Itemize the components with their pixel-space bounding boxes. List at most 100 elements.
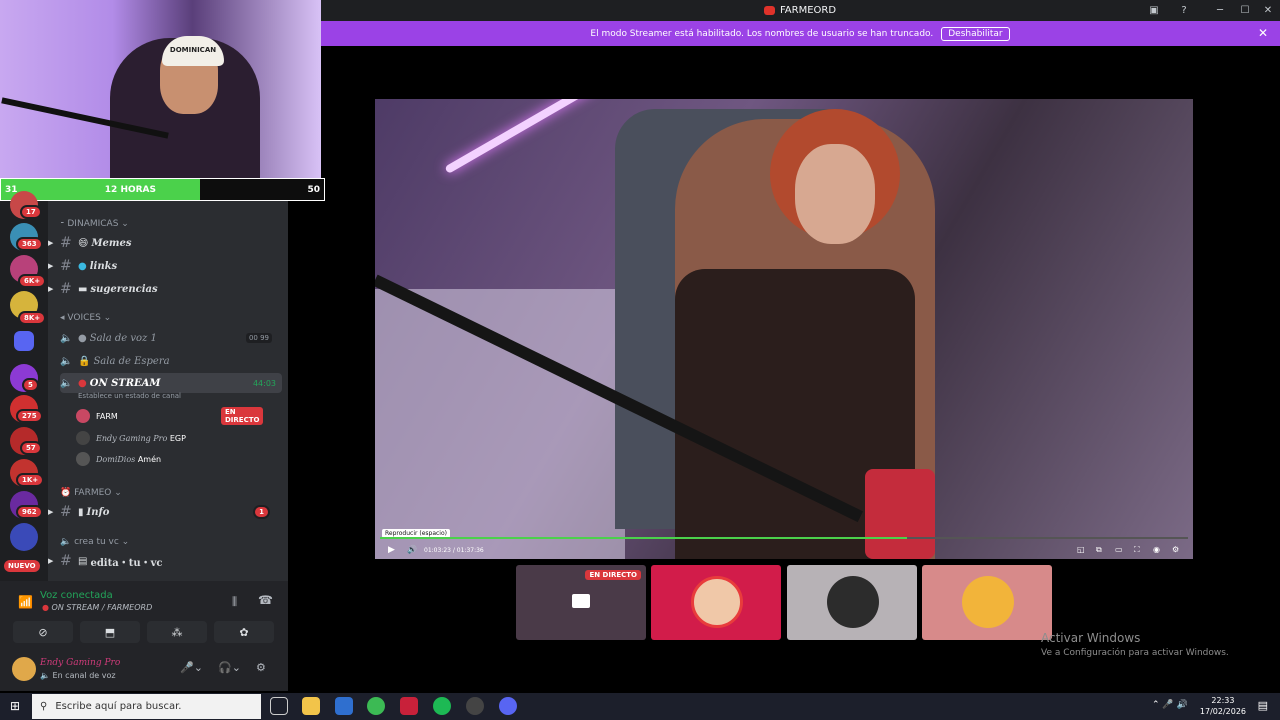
voice-user[interactable]: FARM EN DIRECTO [76,407,264,425]
soundboard-button[interactable]: ✿ [214,621,274,643]
fullscreen-icon[interactable]: ⛶ [1134,545,1140,555]
close-window-button[interactable]: ✕ [1256,0,1280,21]
user-name: Endy Gaming Pro [40,658,121,668]
category-crea-tu-vc[interactable]: 🔈 crea tu vc ⌄ [60,537,129,547]
headphones-icon[interactable]: 🎧⌄ [218,661,241,674]
server-badge: 17 [20,205,42,219]
speaker-icon: 🔈 [60,332,73,344]
voice-channel-on-stream[interactable]: 🔈 ● ON STREAM 44:03 [60,373,282,393]
channel-info[interactable]: ▶ # ▮ Info 1 [48,502,282,522]
voice-user[interactable]: DomiDios Amén [76,452,161,466]
pip-icon[interactable]: ◱ [1077,545,1085,554]
avatar[interactable] [12,657,36,681]
camera-off-button[interactable]: ⊘ [13,621,73,643]
quality-icon[interactable]: ◉ [1153,545,1160,554]
subathon-progress-bar: 31 12 HORAS 50 [0,178,325,201]
channel-sugerencias[interactable]: ▶ # ▬ sugerencias [48,279,282,299]
disable-streamer-button[interactable]: Deshabilitar [941,26,1010,41]
participant-tile-live[interactable]: EN DIRECTO [516,565,646,640]
speaker-icon: 🔈 [60,377,73,389]
live-badge: EN DIRECTO [585,570,641,580]
file-explorer-icon[interactable] [302,697,320,715]
settings-gear-icon[interactable]: ⚙ [256,661,266,674]
channel-memes[interactable]: ▶ # 😄 Memes [48,233,282,253]
neon-light [444,99,596,174]
participant-tile[interactable] [651,565,781,640]
user-status: 🔈 En canal de voz [40,671,116,680]
category-voices[interactable]: ◂ VOICES ⌄ [60,313,111,323]
voice-channel-sala-espera[interactable]: 🔈 🔒 Sala de Espera [60,351,282,371]
activation-watermark: Activar Windows Ve a Configuración para … [1041,631,1229,658]
live-badge: EN DIRECTO [221,407,264,425]
adobe-icon[interactable] [400,697,418,715]
participant-tile[interactable] [922,565,1052,640]
obs-icon[interactable] [466,697,484,715]
discord-icon[interactable] [499,697,517,715]
store-icon[interactable] [335,697,353,715]
participant-tile[interactable] [787,565,917,640]
inbox-icon[interactable]: ▣ [1142,0,1166,21]
screen-share-button[interactable]: ⬒ [80,621,140,643]
server-badge: 363 [16,237,43,251]
channel-status-hint[interactable]: Establece un estado de canal [78,392,181,400]
avatar [76,409,90,423]
chrome-icon[interactable] [367,697,385,715]
tray-icons[interactable]: ⌃ 🎤 🔊 [1152,700,1188,710]
streamer-face [795,144,875,244]
close-banner-icon[interactable]: ✕ [1258,26,1268,40]
voice-timer: 44:03 [252,378,276,388]
voice-channel-path: ● ON STREAM / FARMEORD [42,603,153,612]
taskbar-search[interactable]: ⚲ Escribe aquí para buscar. [32,694,261,719]
progress-right-count: 50 [307,184,320,195]
voice-status[interactable]: Voz conectada [40,590,113,601]
channel-edita-tu-vc[interactable]: ▶ # ▤ edita・tu・vc [48,551,282,571]
time-display: 01:03:23 / 01:37:36 [424,547,484,554]
settings-icon[interactable]: ⚙ [1172,545,1179,554]
seek-fill [380,537,907,539]
avatar [76,452,90,466]
stream-video[interactable] [375,99,1193,559]
volume-icon[interactable]: 🔊 [407,545,417,554]
search-icon: ⚲ [40,701,48,712]
channel-links[interactable]: ▶ # ● links [48,256,282,276]
unread-badge: 1 [253,505,270,519]
windows-start-icon[interactable]: ⊞ [10,699,20,713]
server-icon[interactable] [10,523,38,551]
taskbar-clock[interactable]: 22:33 17/02/2026 [1200,695,1246,717]
folder-icon[interactable] [14,331,34,351]
background-shelf [375,289,625,559]
activities-button[interactable]: ⁂ [147,621,207,643]
server-badge: 962 [16,505,43,519]
speaker-icon: 🔈 [60,355,73,367]
progress-label: 12 HORAS [104,184,156,195]
channel-list: ⁃ DINAMICAS ⌄ ▶ # 😄 Memes ▶ # ● links ▶ # ▬ suger… [48,201,288,581]
microphone-icon[interactable]: 🎤⌄ [180,661,203,674]
banner-text: El modo Streamer está habilitado. Los no… [590,28,934,39]
play-icon[interactable]: ▶ [388,545,395,555]
server-badge: 57 [20,441,42,455]
taskbar: ⊞ ⚲ Escribe aquí para buscar. ⌃ 🎤 🔊 22:33… [0,693,1280,720]
theater-icon[interactable]: ▭ [1115,545,1123,554]
new-badge: NUEVO [4,560,40,572]
avatar [962,576,1014,628]
voice-channel-sala-voz[interactable]: 🔈 ● Sala de voz 1 00 99 [60,328,282,348]
popout-icon[interactable]: ⧉ [1096,545,1102,555]
category-farmeo[interactable]: ⏰ FARMEO ⌄ [60,488,122,498]
clock-time: 22:33 [1211,696,1235,705]
user-panel: Endy Gaming Pro 🔈 En canal de voz 🎤⌄ 🎧⌄ … [0,651,288,691]
task-view-icon[interactable] [270,697,288,715]
noise-suppression-icon[interactable]: ⫼ [232,595,237,609]
server-badge: 1K+ [16,473,45,487]
signal-icon[interactable]: 📶 [18,595,33,609]
notification-icon[interactable]: ▤ [1258,699,1268,712]
voice-user[interactable]: Endy Gaming Pro EGP [76,431,186,445]
category-dinamicas[interactable]: ⁃ DINAMICAS ⌄ [60,219,129,229]
spotify-icon[interactable] [433,697,451,715]
webcam-overlay: DOMINICAN [0,0,321,178]
help-icon[interactable]: ? [1172,0,1196,21]
seek-bar[interactable] [380,537,1188,539]
watermark-title: Activar Windows [1041,631,1141,645]
disconnect-icon[interactable]: ☎ [258,593,273,607]
maximize-button[interactable]: ☐ [1233,0,1257,21]
minimize-button[interactable]: ─ [1208,0,1232,21]
